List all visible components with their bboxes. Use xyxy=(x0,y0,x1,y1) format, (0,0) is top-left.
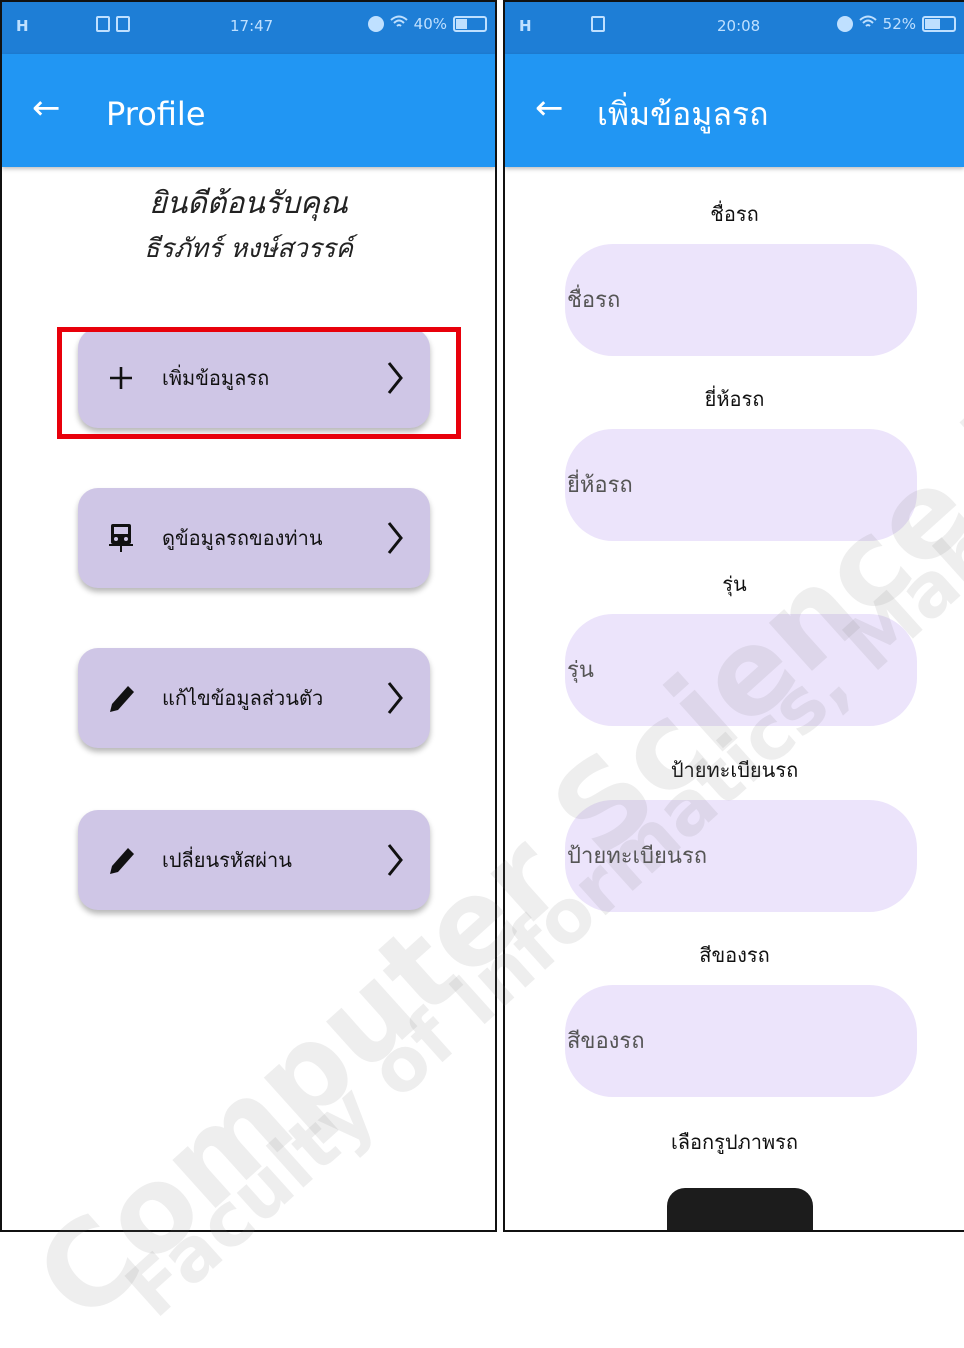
signal-indicator: H xyxy=(16,17,30,35)
app-bar: ← Profile xyxy=(2,54,495,167)
car-brand-input[interactable] xyxy=(565,429,917,541)
car-icon xyxy=(104,518,138,558)
change-password-button[interactable]: เปลี่ยนรหัสผ่าน xyxy=(78,810,430,910)
battery-percent: 40% xyxy=(413,15,447,33)
menu-item-label: เปลี่ยนรหัสผ่าน xyxy=(162,848,292,872)
add-car-screen: H 20:08 52% ← เพิ่มข้อมูลรถ ชื่อรถ ยี่ห้… xyxy=(503,0,964,1232)
wifi-icon xyxy=(389,15,408,33)
car-model-input[interactable] xyxy=(565,614,917,726)
car-brand-label: ยี่ห้อรถ xyxy=(704,387,765,411)
menu-item-label: แก้ไขข้อมูลส่วนตัว xyxy=(162,686,324,710)
back-arrow-icon[interactable]: ← xyxy=(32,88,61,128)
status-bar: H 17:47 40% xyxy=(2,2,495,54)
status-time: 20:08 xyxy=(717,17,761,35)
battery-icon xyxy=(453,16,487,32)
user-name: ธีรภัทร์ หงษ์สวรรค์ xyxy=(143,234,354,264)
menu-item-label: ดูข้อมูลรถของท่าน xyxy=(162,526,323,550)
status-time: 17:47 xyxy=(230,17,274,35)
car-brand-field[interactable] xyxy=(565,429,917,541)
edit-profile-button[interactable]: แก้ไขข้อมูลส่วนตัว xyxy=(78,648,430,748)
page-title: เพิ่มข้อมูลรถ xyxy=(597,95,769,133)
alarm-icon xyxy=(367,16,384,32)
app-bar: ← เพิ่มข้อมูลรถ xyxy=(505,54,964,167)
car-model-label: รุ่น xyxy=(722,572,747,596)
chevron-right-icon xyxy=(386,842,404,882)
license-plate-label: ป้ายทะเบียนรถ xyxy=(670,758,799,782)
car-name-label: ชื่อรถ xyxy=(710,202,759,226)
chevron-right-icon xyxy=(386,520,404,560)
license-plate-input[interactable] xyxy=(565,800,917,912)
wifi-icon xyxy=(858,15,877,33)
notification-icon xyxy=(116,16,130,32)
notification-icon xyxy=(591,16,605,32)
chevron-right-icon xyxy=(386,680,404,720)
license-plate-field[interactable] xyxy=(565,800,917,912)
car-color-field[interactable] xyxy=(565,985,917,1097)
select-image-button[interactable] xyxy=(667,1188,813,1230)
alarm-icon xyxy=(836,16,853,32)
page-title: Profile xyxy=(106,95,206,133)
view-cars-button[interactable]: ดูข้อมูลรถของท่าน xyxy=(78,488,430,588)
highlight-box xyxy=(57,327,461,439)
battery-percent: 52% xyxy=(882,15,916,33)
car-name-field[interactable] xyxy=(565,244,917,356)
profile-screen: H 17:47 40% ← Profile ยินดีต้อนรับคุณ ธี… xyxy=(0,0,497,1232)
car-model-field[interactable] xyxy=(565,614,917,726)
welcome-heading: ยินดีต้อนรับคุณ xyxy=(149,186,348,221)
status-bar: H 20:08 52% xyxy=(505,2,964,54)
pencil-icon xyxy=(104,678,138,718)
battery-icon xyxy=(922,16,956,32)
select-image-label: เลือกรูปภาพรถ xyxy=(670,1130,799,1154)
notification-icon xyxy=(96,16,110,32)
signal-indicator: H xyxy=(519,17,533,35)
car-name-input[interactable] xyxy=(565,244,917,356)
car-color-label: สีของรถ xyxy=(699,943,770,967)
back-arrow-icon[interactable]: ← xyxy=(535,88,564,128)
pencil-icon xyxy=(104,840,138,880)
car-color-input[interactable] xyxy=(565,985,917,1097)
